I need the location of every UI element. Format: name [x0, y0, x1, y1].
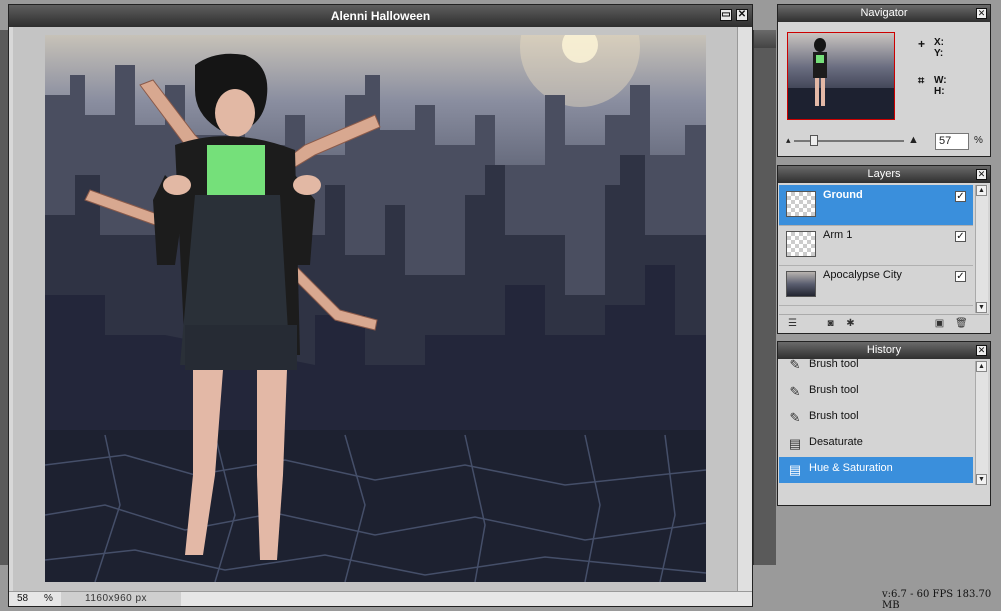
document-vertical-scrollbar[interactable] — [737, 27, 752, 593]
image-dimensions: 1160x960 px — [61, 592, 181, 606]
history-item-label: Brush tool — [809, 384, 859, 396]
new-layer-icon[interactable]: ▣ — [934, 318, 945, 329]
layer-row[interactable]: Apocalypse City ✓ — [779, 265, 973, 306]
history-panel: History ✕ ✎ Brush tool ✎ Brush tool ✎ Br… — [777, 341, 991, 506]
history-item-label: Desaturate — [809, 436, 863, 448]
history-item-label: Hue & Saturation — [809, 462, 893, 474]
checkmark-icon: ✓ — [956, 271, 965, 282]
background-window-strip — [753, 30, 776, 565]
layers-titlebar[interactable]: Layers ✕ — [778, 166, 990, 183]
h-label: H: — [934, 86, 945, 97]
layer-thumbnail — [786, 231, 816, 257]
x-label: X: — [934, 37, 944, 48]
history-item[interactable]: ✎ Brush tool — [779, 357, 973, 374]
layer-name: Arm 1 — [823, 229, 853, 241]
w-label: W: — [934, 75, 947, 86]
zoom-in-icon[interactable]: ▲ — [908, 134, 919, 146]
maximize-icon: ▭ — [721, 9, 731, 20]
layer-styles-icon[interactable]: ✱ — [845, 318, 856, 329]
navigator-titlebar[interactable]: Navigator ✕ — [778, 5, 990, 22]
checkmark-icon: ✓ — [956, 231, 965, 242]
close-icon: ✕ — [977, 169, 986, 179]
layer-row[interactable]: Ground ✓ — [779, 185, 973, 226]
delete-layer-icon[interactable]: 🗑 — [955, 318, 968, 329]
navigator-zoom-unit: % — [974, 135, 983, 146]
crosshair-icon: + — [918, 37, 926, 51]
layer-mask-icon[interactable]: ◙ — [825, 318, 836, 329]
history-item[interactable]: ▤ Desaturate — [779, 431, 973, 457]
history-item-label: Brush tool — [809, 410, 859, 422]
navigator-close-button[interactable]: ✕ — [976, 8, 987, 19]
image-canvas[interactable] — [45, 35, 706, 582]
history-item-label: Brush tool — [809, 358, 859, 370]
layers-close-button[interactable]: ✕ — [976, 169, 987, 180]
brush-icon: ✎ — [789, 357, 801, 372]
scroll-up-icon[interactable]: ▲ — [976, 185, 987, 196]
layers-scrollbar[interactable]: ▲ ▼ — [975, 185, 988, 313]
scroll-down-icon[interactable]: ▼ — [976, 474, 987, 485]
adjustment-icon: ▤ — [788, 436, 802, 451]
history-close-button[interactable]: ✕ — [976, 345, 987, 356]
layer-thumbnail — [786, 271, 816, 297]
layer-visibility-checkbox[interactable]: ✓ — [955, 191, 966, 202]
navigator-title: Navigator — [860, 7, 908, 19]
history-item[interactable]: ▤ Hue & Saturation — [779, 457, 973, 483]
layers-toolbar: ☰ ◙ ✱ ▣ 🗑 — [779, 314, 989, 332]
layer-name: Apocalypse City — [823, 269, 902, 281]
document-window: Alenni Halloween ▭ ✕ 58 % 1160x960 px — [8, 4, 753, 607]
close-icon: ✕ — [977, 8, 986, 18]
close-icon: ✕ — [737, 9, 747, 20]
zoom-input[interactable]: 58 — [17, 592, 41, 606]
navigator-panel: Navigator ✕ + X: Y: ⌗ W: H: ▴ ▲ 57 % — [777, 4, 991, 157]
document-titlebar[interactable]: Alenni Halloween — [9, 5, 752, 27]
maximize-button[interactable]: ▭ — [720, 9, 732, 21]
layers-panel: Layers ✕ Ground ✓ Arm 1 ✓ Apocalypse Cit… — [777, 165, 991, 334]
adjustment-icon: ▤ — [788, 462, 802, 477]
zoom-out-icon[interactable]: ▴ — [786, 135, 791, 146]
layer-row[interactable]: Arm 1 ✓ — [779, 225, 973, 266]
scroll-down-icon[interactable]: ▼ — [976, 302, 987, 313]
document-title: Alenni Halloween — [330, 9, 431, 23]
close-icon: ✕ — [977, 345, 986, 355]
y-label: Y: — [934, 48, 944, 59]
history-item[interactable]: ✎ Brush tool — [779, 379, 973, 405]
layers-title: Layers — [867, 168, 901, 180]
canvas-area[interactable] — [13, 27, 738, 593]
history-item[interactable]: ✎ Brush tool — [779, 405, 973, 431]
history-scrollbar[interactable]: ▲ ▼ — [975, 361, 988, 485]
layer-name: Ground — [823, 189, 863, 201]
scroll-up-icon[interactable]: ▲ — [976, 361, 987, 372]
document-statusbar: 58 % 1160x960 px — [9, 591, 752, 606]
navigator-thumbnail[interactable] — [787, 32, 895, 120]
app-status-text: v:6.7 - 60 FPS 183.70 MB — [882, 589, 992, 611]
close-document-button[interactable]: ✕ — [736, 9, 748, 21]
layer-settings-icon[interactable]: ☰ — [787, 318, 798, 329]
checkmark-icon: ✓ — [956, 191, 965, 202]
layer-thumbnail — [786, 191, 816, 217]
zoom-unit-label: % — [44, 593, 53, 604]
history-title: History — [866, 344, 902, 356]
brush-icon: ✎ — [789, 410, 801, 425]
navigator-preview — [788, 38, 894, 119]
navigator-zoom-input[interactable]: 57 — [935, 133, 969, 150]
brush-icon: ✎ — [789, 384, 801, 399]
layer-visibility-checkbox[interactable]: ✓ — [955, 271, 966, 282]
zoom-slider-handle[interactable] — [810, 135, 818, 146]
layer-visibility-checkbox[interactable]: ✓ — [955, 231, 966, 242]
scene-illustration — [45, 35, 706, 582]
selection-size-icon: ⌗ — [918, 75, 925, 87]
